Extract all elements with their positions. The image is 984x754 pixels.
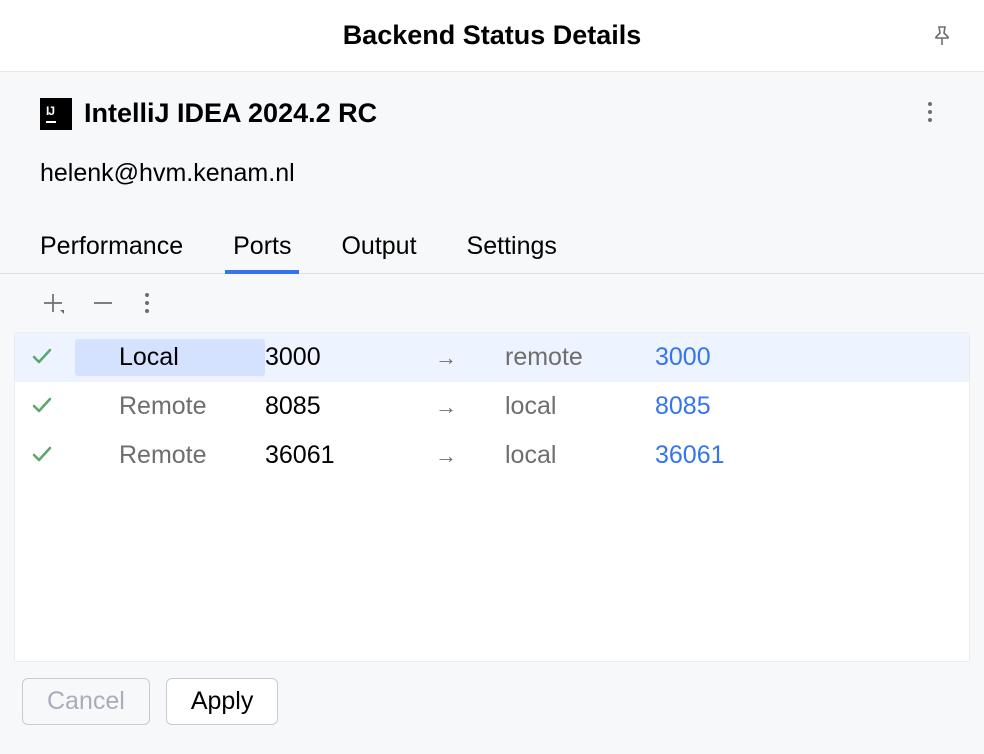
port-number: 3000 xyxy=(265,343,435,372)
port-row[interactable]: Remote 8085 → local 8085 xyxy=(15,382,969,431)
ports-toolbar xyxy=(0,274,984,332)
port-row[interactable]: Remote 36061 → local 36061 xyxy=(15,431,969,480)
port-type: Remote xyxy=(75,388,265,425)
port-number: 8085 xyxy=(265,392,435,421)
content-area: IJ IntelliJ IDEA 2024.2 RC helenk@hvm.ke… xyxy=(0,72,984,754)
port-target: remote xyxy=(505,343,655,372)
titlebar: Backend Status Details xyxy=(0,0,984,72)
tab-settings[interactable]: Settings xyxy=(467,232,557,273)
app-name: IntelliJ IDEA 2024.2 RC xyxy=(84,98,377,129)
tabs: Performance Ports Output Settings xyxy=(0,232,984,274)
window-title: Backend Status Details xyxy=(343,20,642,51)
status-cell xyxy=(25,441,75,470)
remove-port-button[interactable] xyxy=(90,290,116,316)
port-target: local xyxy=(505,392,655,421)
arrow-icon: → xyxy=(435,394,505,420)
arrow-icon: → xyxy=(435,345,505,371)
footer: Cancel Apply xyxy=(0,662,984,741)
check-icon xyxy=(29,441,55,470)
port-number: 36061 xyxy=(265,441,435,470)
tab-performance[interactable]: Performance xyxy=(40,232,183,273)
status-cell xyxy=(25,343,75,372)
port-link[interactable]: 36061 xyxy=(655,441,725,470)
ports-table: Local 3000 → remote 3000 Remote 8085 → l xyxy=(14,332,970,662)
apply-button[interactable]: Apply xyxy=(166,678,279,725)
port-target: local xyxy=(505,441,655,470)
app-row: IJ IntelliJ IDEA 2024.2 RC xyxy=(40,96,944,131)
check-icon xyxy=(29,392,55,421)
port-row[interactable]: Local 3000 → remote 3000 xyxy=(15,333,969,382)
toolbar-more-button[interactable] xyxy=(140,290,154,316)
port-type: Local xyxy=(75,339,265,376)
status-cell xyxy=(25,392,75,421)
app-left: IJ IntelliJ IDEA 2024.2 RC xyxy=(40,98,377,130)
port-link[interactable]: 8085 xyxy=(655,392,711,421)
port-link[interactable]: 3000 xyxy=(655,343,711,372)
check-icon xyxy=(29,343,55,372)
more-options-button[interactable] xyxy=(916,96,944,131)
cancel-button: Cancel xyxy=(22,678,150,725)
port-type: Remote xyxy=(75,437,265,474)
intellij-icon: IJ xyxy=(40,98,72,130)
svg-text:IJ: IJ xyxy=(46,104,54,118)
tab-ports[interactable]: Ports xyxy=(233,232,291,273)
user-email: helenk@hvm.kenam.nl xyxy=(40,159,944,188)
add-port-button[interactable] xyxy=(40,290,66,316)
window: Backend Status Details IJ I xyxy=(0,0,984,754)
pin-icon[interactable] xyxy=(930,24,954,48)
header-section: IJ IntelliJ IDEA 2024.2 RC helenk@hvm.ke… xyxy=(0,72,984,188)
arrow-icon: → xyxy=(435,443,505,469)
tab-output[interactable]: Output xyxy=(341,232,416,273)
